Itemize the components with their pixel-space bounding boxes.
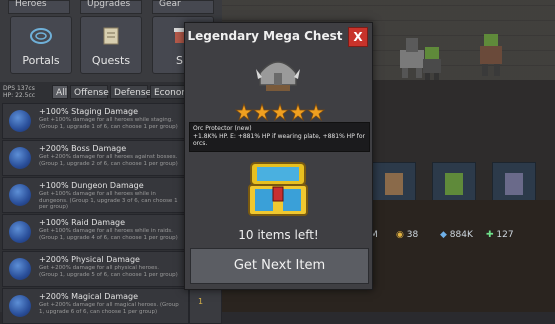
upgrade-title: +200% Physical Damage <box>39 255 140 264</box>
upgrade-desc: Get +200% damage for all physical heroes… <box>39 265 178 278</box>
hero-portrait <box>385 173 403 195</box>
tab-gear-label: Gear <box>159 0 181 9</box>
hero-slot[interactable] <box>432 162 476 209</box>
upgrade-item[interactable]: +200% Physical Damage Get +200% damage f… <box>2 251 189 287</box>
upgrade-title: +200% Magical Damage <box>39 292 139 301</box>
globe-icon <box>9 184 31 206</box>
upgrade-desc: Get +100% damage for all heroes while st… <box>39 117 178 130</box>
people-value: 127 <box>496 230 514 240</box>
upgrade-item[interactable]: +100% Staging Damage Get +100% damage fo… <box>2 103 189 139</box>
globe-icon <box>9 147 31 169</box>
globe-icon <box>9 258 31 280</box>
gold-readout: ◉ 38 <box>396 230 418 240</box>
tab-upgrades[interactable]: Upgrades <box>80 0 142 14</box>
tab-heroes-label: Heroes <box>15 0 47 9</box>
gold-value: 38 <box>406 230 419 240</box>
rating-stars <box>235 103 325 121</box>
quests-button[interactable]: Quests <box>80 16 142 74</box>
dps-value: 137cs <box>16 85 35 92</box>
item-name: Orc Protector (new) <box>193 125 252 132</box>
tab-heroes[interactable]: Heroes <box>8 0 70 14</box>
tab-upgrades-label: Upgrades <box>87 0 131 9</box>
globe-icon <box>9 295 31 317</box>
filter-all[interactable]: All <box>52 85 68 99</box>
chest-icon <box>248 162 308 216</box>
upgrade-item[interactable]: +200% Boss Damage Get +200% damage for a… <box>2 140 189 176</box>
star-icon <box>235 103 254 121</box>
gem-icon: ◆ <box>440 230 447 240</box>
upgrade-item[interactable]: +200% Magical Damage Get +200% damage fo… <box>2 288 189 324</box>
hero-portrait <box>445 173 463 195</box>
upgrade-item[interactable]: +100% Dungeon Damage Get +100% damage fo… <box>2 177 189 213</box>
star-icon <box>270 103 290 121</box>
upgrade-desc: Get +100% damage for all heroes while in… <box>39 191 178 210</box>
helmet-icon <box>256 61 300 91</box>
items-left-text: 10 items left! <box>238 228 319 242</box>
hero-slot[interactable] <box>372 162 416 209</box>
dps-label: DPS <box>3 85 16 92</box>
upgrade-side-control[interactable]: 1 <box>189 288 222 324</box>
get-next-item-button[interactable]: Get Next Item <box>190 248 369 284</box>
portal-icon <box>30 28 52 44</box>
close-button[interactable]: X <box>348 27 368 47</box>
globe-icon <box>9 221 31 243</box>
portals-label: Portals <box>22 54 60 67</box>
gems-value: 884K <box>449 230 473 240</box>
hero-slot[interactable] <box>492 162 536 209</box>
side-value: 1 <box>198 297 204 306</box>
item-effect: +1.8K% HP. E: +881% HP if wearing plate,… <box>193 133 365 147</box>
tab-gear[interactable]: Gear <box>152 0 214 14</box>
star-icon <box>288 103 308 121</box>
hp-value: 22.5cc <box>15 92 36 99</box>
upgrade-title: +100% Raid Damage <box>39 218 126 227</box>
upgrade-desc: Get +100% damage for all heroes while in… <box>39 228 178 241</box>
hero-portrait <box>505 173 523 195</box>
globe-icon <box>9 110 31 132</box>
chest-modal: Legendary Mega Chest X Orc Protector (ne… <box>184 22 373 290</box>
star-icon <box>306 103 325 121</box>
modal-title: Legendary Mega Chest <box>187 29 343 43</box>
people-readout: ✚ 127 <box>486 230 514 240</box>
upgrade-desc: Get +200% damage for all magical heroes.… <box>39 302 179 315</box>
item-description: Orc Protector (new) +1.8K% HP. E: +881% … <box>189 122 370 152</box>
stats-readout: DPS 137cs HP: 22.5cc <box>3 85 35 99</box>
upgrade-title: +100% Dungeon Damage <box>39 181 144 190</box>
filter-offense[interactable]: Offense <box>70 85 109 99</box>
filter-defense[interactable]: Defense <box>110 85 151 99</box>
hp-label: HP: <box>3 92 14 99</box>
people-icon: ✚ <box>486 230 494 240</box>
scroll-icon <box>103 27 119 45</box>
upgrade-item[interactable]: +100% Raid Damage Get +100% damage for a… <box>2 214 189 250</box>
portals-button[interactable]: Portals <box>10 16 72 74</box>
orc-warrior-sprite <box>480 34 502 76</box>
gems-readout: ◆ 884K <box>440 230 473 240</box>
coin-icon: ◉ <box>396 230 404 240</box>
star-icon <box>252 103 272 121</box>
quests-label: Quests <box>91 54 131 67</box>
upgrade-desc: Get +200% damage for all heroes against … <box>39 154 178 167</box>
upgrade-title: +100% Staging Damage <box>39 107 138 116</box>
upgrade-title: +200% Boss Damage <box>39 144 127 153</box>
orc-sprite <box>423 47 441 80</box>
